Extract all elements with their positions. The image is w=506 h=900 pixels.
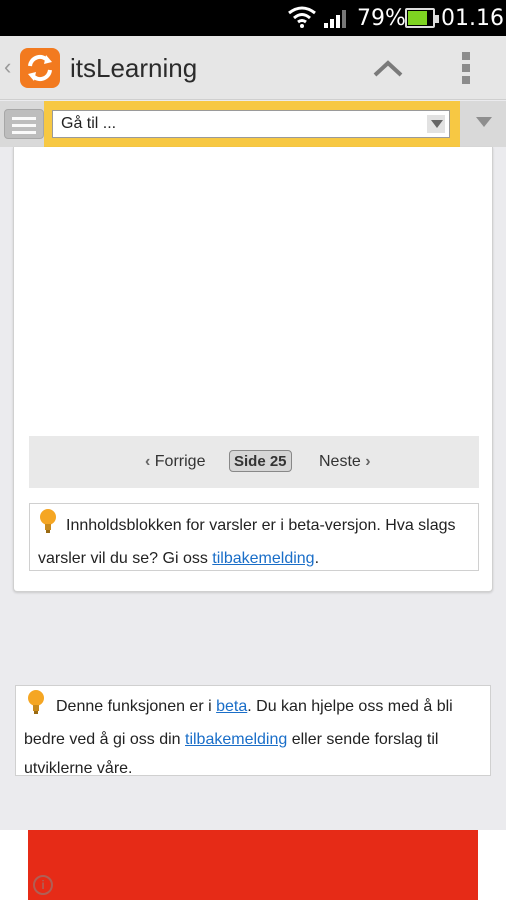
lightbulb-icon	[38, 508, 58, 544]
chevron-left-icon: ‹	[145, 453, 151, 470]
beta-info-box: Denne funksjonen er i beta. Du kan hjelp…	[15, 685, 491, 777]
battery-percent: 79%	[357, 6, 406, 31]
ad-banner[interactable]	[28, 830, 478, 900]
content-block-card: ‹ Forrige Side 25 Neste › Innholdsblokke…	[13, 147, 493, 592]
clock: 01.16	[441, 6, 504, 31]
feedback-link[interactable]: tilbakemelding	[185, 731, 287, 748]
overflow-menu-icon[interactable]	[460, 52, 472, 88]
beta-link[interactable]: beta	[216, 698, 247, 715]
goto-wrapper: Gå til ...	[44, 101, 460, 147]
beta-text-1: Denne funksjonen er i	[56, 698, 217, 715]
lightbulb-icon	[26, 689, 46, 725]
itslearning-logo-icon[interactable]	[20, 48, 60, 88]
wifi-icon	[287, 6, 317, 33]
goto-bar: Gå til ...	[0, 101, 506, 147]
prev-page-button[interactable]: ‹ Forrige	[145, 453, 205, 471]
next-label: Neste	[319, 453, 361, 470]
next-page-button[interactable]: Neste ›	[319, 453, 371, 471]
hamburger-menu-icon[interactable]	[4, 109, 44, 139]
chevron-right-icon: ›	[365, 453, 371, 470]
signal-icon	[324, 8, 350, 33]
app-bar: ‹ itsLearning	[0, 36, 506, 100]
back-chevron-icon[interactable]: ‹	[4, 54, 11, 80]
dropdown-arrow-icon[interactable]	[476, 117, 492, 127]
ad-info-icon[interactable]: i	[33, 875, 53, 895]
app-title: itsLearning	[70, 53, 198, 83]
notice-end: .	[314, 550, 320, 567]
current-page: Side 25	[229, 450, 292, 472]
goto-selected-value: Gå til ...	[61, 115, 117, 132]
collapse-up-icon[interactable]	[372, 58, 404, 83]
goto-select[interactable]: Gå til ...	[52, 110, 450, 138]
beta-notice: Innholdsblokken for varsler er i beta-ve…	[29, 503, 479, 571]
battery-icon	[405, 8, 439, 28]
prev-label: Forrige	[154, 453, 206, 470]
battery-nub	[435, 15, 439, 23]
status-bar: 79% 01.16	[0, 0, 506, 36]
feedback-link[interactable]: tilbakemelding	[212, 550, 314, 567]
pagination: ‹ Forrige Side 25 Neste ›	[29, 436, 479, 488]
battery-fill	[408, 11, 427, 25]
select-arrow-icon[interactable]	[427, 115, 445, 133]
